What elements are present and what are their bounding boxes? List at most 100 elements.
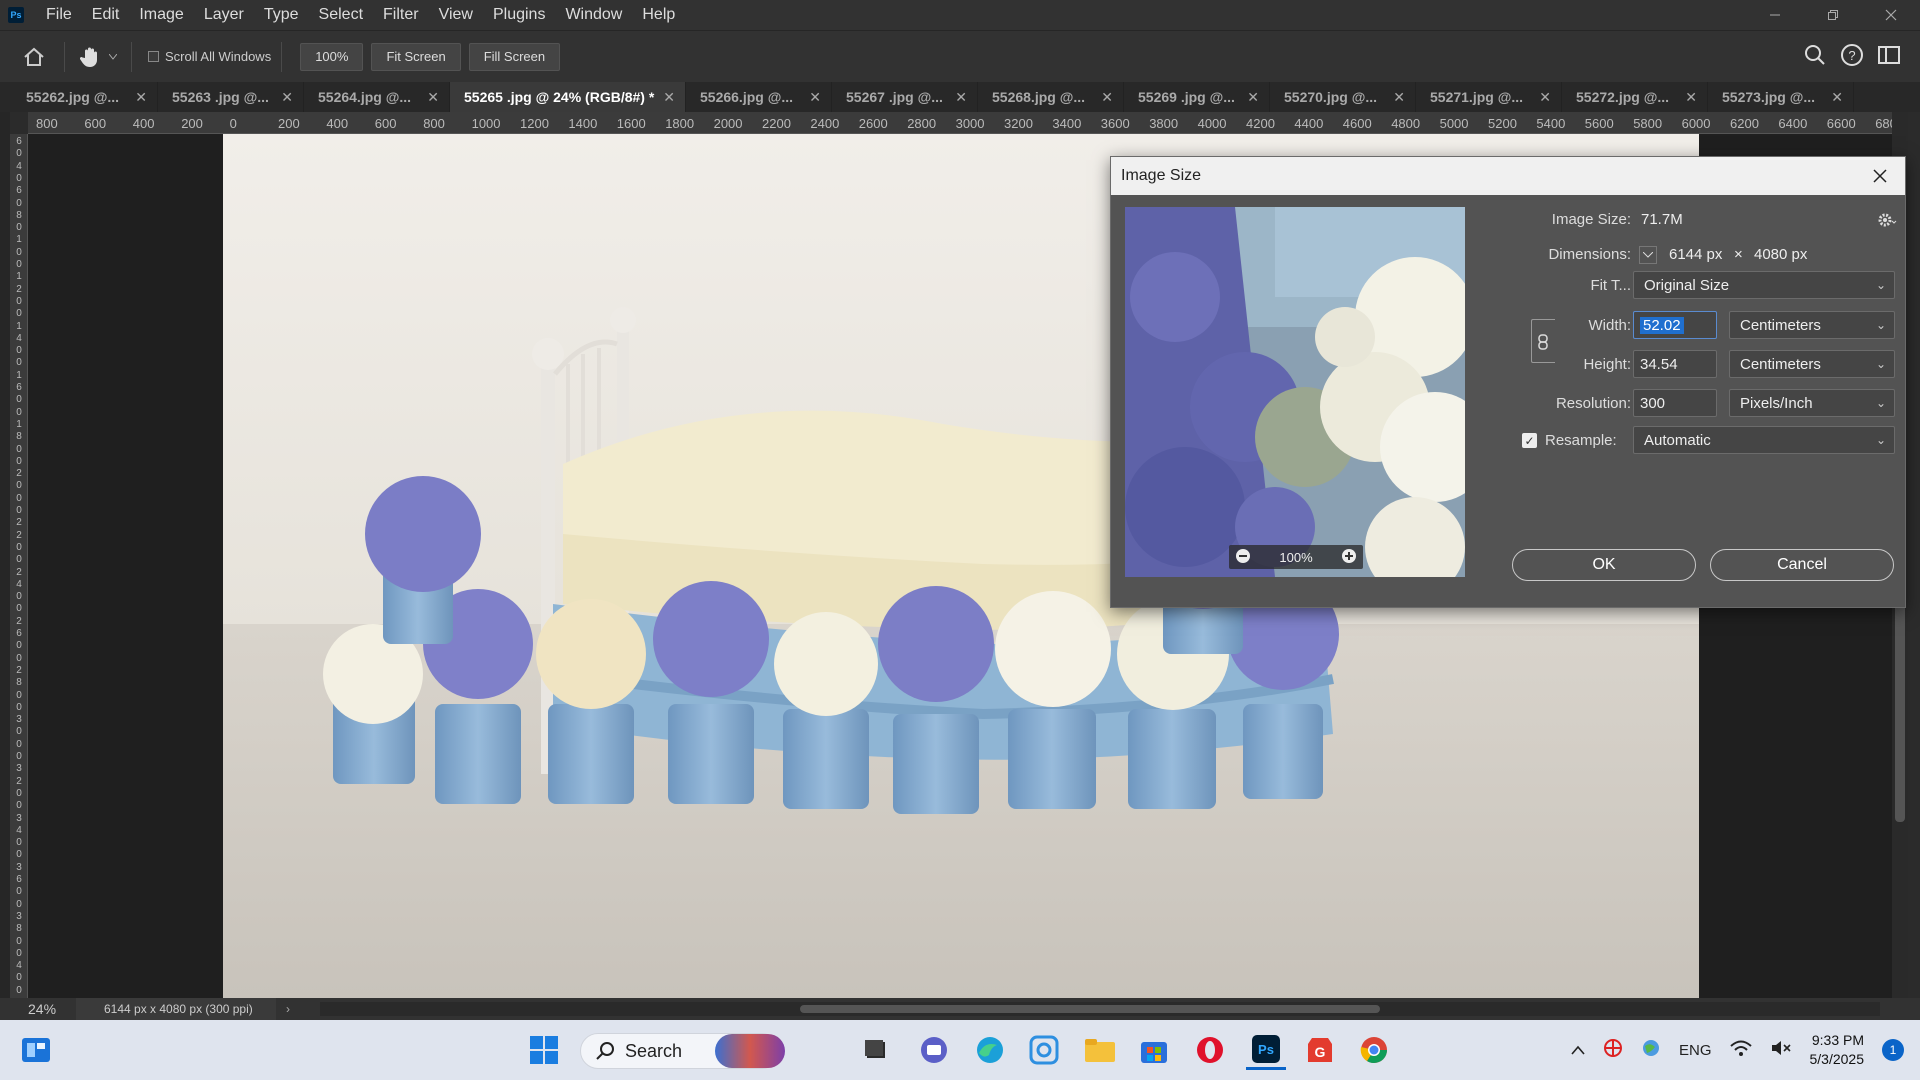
lens-app-icon[interactable]: [1024, 1030, 1064, 1070]
resolution-unit-dropdown[interactable]: Pixels/Inch ⌄: [1729, 389, 1895, 417]
photoshop-taskbar-icon[interactable]: Ps: [1246, 1030, 1286, 1070]
menu-window[interactable]: Window: [555, 0, 632, 30]
tab-close-icon[interactable]: ✕: [663, 89, 675, 106]
document-tab[interactable]: 55271.jpg @... ✕: [1416, 82, 1562, 112]
volume-muted-icon[interactable]: [1770, 1039, 1792, 1061]
tab-close-icon[interactable]: ✕: [281, 89, 293, 106]
widgets-icon[interactable]: [16, 1030, 56, 1070]
dimensions-dropdown-icon[interactable]: [1639, 246, 1657, 264]
menu-plugins[interactable]: Plugins: [483, 0, 555, 30]
task-view-icon[interactable]: [856, 1030, 896, 1070]
zoom-100-button[interactable]: 100%: [300, 42, 364, 71]
document-tab[interactable]: 55264.jpg @... ✕: [304, 82, 450, 112]
menu-file[interactable]: File: [36, 0, 82, 30]
document-tab[interactable]: 55267 .jpg @... ✕: [832, 82, 978, 112]
language-indicator[interactable]: ENG: [1679, 1042, 1712, 1059]
tab-close-icon[interactable]: ✕: [1247, 89, 1259, 106]
tab-close-icon[interactable]: ✕: [1393, 89, 1405, 106]
document-info[interactable]: 6144 px x 4080 px (300 ppi): [76, 998, 276, 1020]
image-preview[interactable]: 100%: [1125, 207, 1465, 577]
horizontal-scroll-thumb[interactable]: [800, 1005, 1380, 1013]
settings-gear-icon[interactable]: [1877, 211, 1897, 234]
resample-checkbox[interactable]: ✓: [1522, 433, 1537, 448]
help-icon[interactable]: ?: [1840, 43, 1864, 72]
menu-layer[interactable]: Layer: [194, 0, 254, 30]
vpn-icon[interactable]: [1603, 1038, 1623, 1062]
zoom-in-icon[interactable]: [1341, 548, 1357, 567]
resample-dropdown[interactable]: Automatic ⌄: [1633, 426, 1895, 454]
dialog-titlebar[interactable]: Image Size: [1111, 157, 1905, 195]
cancel-button[interactable]: Cancel: [1710, 549, 1894, 581]
document-tab[interactable]: 55272.jpg @... ✕: [1562, 82, 1708, 112]
notification-badge[interactable]: 1: [1882, 1039, 1904, 1061]
vertical-ruler[interactable]: 6040608010012001400160018002000220024002…: [10, 134, 28, 998]
menu-edit[interactable]: Edit: [82, 0, 130, 30]
tab-close-icon[interactable]: ✕: [135, 89, 147, 106]
height-input[interactable]: 34.54: [1633, 350, 1717, 378]
chevron-up-icon[interactable]: [1571, 1042, 1585, 1059]
document-tab[interactable]: 55270.jpg @... ✕: [1270, 82, 1416, 112]
workspace-icon[interactable]: [1878, 45, 1900, 69]
file-explorer-icon[interactable]: [1080, 1030, 1120, 1070]
tab-close-icon[interactable]: ✕: [1831, 89, 1843, 106]
checkbox-box[interactable]: [148, 51, 159, 62]
network-globe-icon[interactable]: [1641, 1038, 1661, 1062]
ruler-tick-label: 8: [16, 431, 22, 443]
zoom-level[interactable]: 24%: [0, 1001, 76, 1017]
fit-to-dropdown[interactable]: Original Size ⌄: [1633, 271, 1895, 299]
menu-filter[interactable]: Filter: [373, 0, 429, 30]
menu-select[interactable]: Select: [309, 0, 373, 30]
edge-browser-icon[interactable]: [970, 1030, 1010, 1070]
document-tab[interactable]: 55266.jpg @... ✕: [686, 82, 832, 112]
restore-icon[interactable]: [1804, 0, 1862, 30]
clock[interactable]: 9:33 PM 5/3/2025: [1810, 1031, 1865, 1069]
tab-close-icon[interactable]: ✕: [809, 89, 821, 106]
tab-close-icon[interactable]: ✕: [1685, 89, 1697, 106]
tab-close-icon[interactable]: ✕: [1101, 89, 1113, 106]
document-tab[interactable]: 55269 .jpg @... ✕: [1124, 82, 1270, 112]
document-tab[interactable]: 55273.jpg @... ✕: [1708, 82, 1854, 112]
minimize-icon[interactable]: [1746, 0, 1804, 30]
chat-icon[interactable]: [914, 1030, 954, 1070]
resolution-input[interactable]: 300: [1633, 389, 1717, 417]
scroll-all-windows-checkbox[interactable]: Scroll All Windows: [148, 49, 271, 64]
document-tab[interactable]: 55263 .jpg @... ✕: [158, 82, 304, 112]
ok-button[interactable]: OK: [1512, 549, 1696, 581]
tab-close-icon[interactable]: ✕: [955, 89, 967, 106]
status-chevron-icon[interactable]: ›: [286, 1002, 290, 1016]
menu-image[interactable]: Image: [129, 0, 193, 30]
taskbar-search[interactable]: Search: [580, 1033, 785, 1069]
document-tab[interactable]: 55268.jpg @... ✕: [978, 82, 1124, 112]
search-icon[interactable]: [1804, 44, 1826, 71]
zoom-out-icon[interactable]: [1235, 548, 1251, 567]
grammarly-icon[interactable]: G: [1300, 1030, 1340, 1070]
document-tab[interactable]: 55262.jpg @... ✕: [12, 82, 158, 112]
chrome-browser-icon[interactable]: [1354, 1030, 1394, 1070]
dimension-height: 4080 px: [1754, 246, 1808, 263]
opera-browser-icon[interactable]: [1190, 1030, 1230, 1070]
start-windows-icon[interactable]: [524, 1030, 564, 1070]
chevron-down-icon[interactable]: [105, 37, 121, 77]
photoshop-logo-icon[interactable]: Ps: [8, 7, 24, 23]
height-unit-dropdown[interactable]: Centimeters ⌄: [1729, 350, 1895, 378]
close-window-icon[interactable]: [1862, 0, 1920, 30]
fit-screen-button[interactable]: Fit Screen: [371, 42, 461, 71]
horizontal-scrollbar[interactable]: [320, 1002, 1880, 1016]
vertical-scroll-thumb[interactable]: [1895, 602, 1905, 822]
wifi-icon[interactable]: [1729, 1039, 1752, 1061]
store-icon[interactable]: [1134, 1030, 1174, 1070]
tab-close-icon[interactable]: ✕: [1539, 89, 1551, 106]
tab-close-icon[interactable]: ✕: [427, 89, 439, 106]
width-unit-dropdown[interactable]: Centimeters ⌄: [1729, 311, 1895, 339]
constrain-proportions-link-icon[interactable]: [1535, 333, 1551, 351]
menu-type[interactable]: Type: [254, 0, 309, 30]
menu-view[interactable]: View: [429, 0, 483, 30]
home-icon[interactable]: [14, 37, 54, 77]
document-tab[interactable]: 55265 .jpg @ 24% (RGB/8#) * ✕: [450, 82, 686, 112]
hand-tool-icon[interactable]: [75, 37, 105, 77]
close-icon[interactable]: [1867, 163, 1893, 189]
fill-screen-button[interactable]: Fill Screen: [468, 42, 561, 71]
menu-help[interactable]: Help: [632, 0, 685, 30]
horizontal-ruler[interactable]: 800 600 400 200 0 200 400 600 800 1000 1200 1400 160…: [28, 112, 1908, 134]
width-input[interactable]: 52.02: [1633, 311, 1717, 339]
